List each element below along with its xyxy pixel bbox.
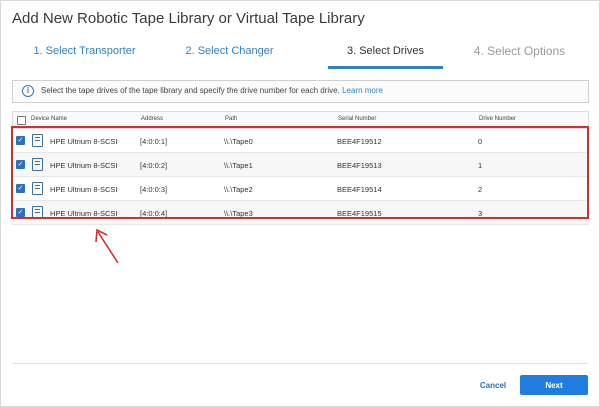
info-banner: i Select the tape drives of the tape lib… <box>12 80 589 103</box>
tab-select-options: 4. Select Options <box>473 44 566 58</box>
next-button[interactable]: Next <box>520 375 588 395</box>
header-drive-number[interactable]: Drive Number <box>479 116 516 122</box>
wizard-steps: 1. Select Transporter 2. Select Changer … <box>12 40 587 69</box>
dialog-title: Add New Robotic Tape Library or Virtual … <box>12 10 365 27</box>
tab-select-drives[interactable]: 3. Select Drives <box>328 40 443 69</box>
info-message: Select the tape drives of the tape libra… <box>41 86 340 95</box>
header-address[interactable]: Address <box>141 116 163 122</box>
info-icon: i <box>22 85 34 97</box>
tab-select-changer[interactable]: 2. Select Changer <box>157 40 302 66</box>
select-all-checkbox[interactable] <box>17 116 26 125</box>
cancel-button[interactable]: Cancel <box>470 375 516 395</box>
header-serial-number[interactable]: Serial Number <box>338 116 376 122</box>
highlight-box <box>11 126 589 219</box>
footer-divider <box>12 363 588 364</box>
header-path[interactable]: Path <box>225 116 237 122</box>
info-text: Select the tape drives of the tape libra… <box>41 86 383 95</box>
learn-more-link[interactable]: Learn more <box>342 86 383 95</box>
header-device-name[interactable]: Device Name <box>31 116 67 122</box>
tab-select-transporter[interactable]: 1. Select Transporter <box>12 40 157 66</box>
annotation-arrow <box>95 228 119 264</box>
